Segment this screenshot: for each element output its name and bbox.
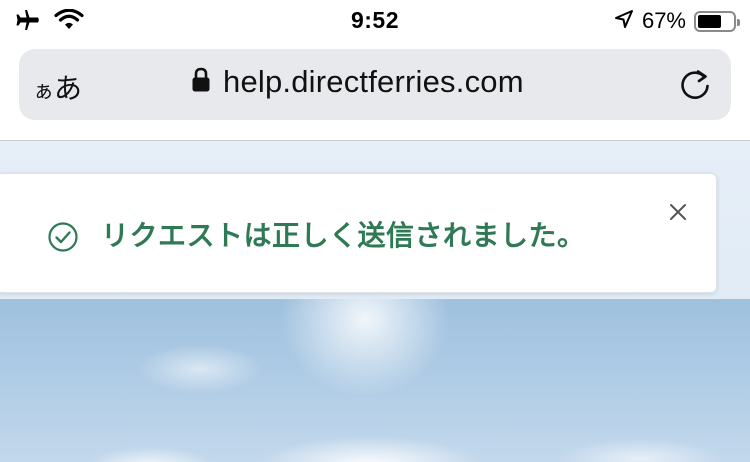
text-size-small-label: ぁ <box>33 79 54 103</box>
url-display[interactable]: help.directferries.com <box>191 64 524 100</box>
battery-percent: 67% <box>641 8 686 33</box>
battery-fill <box>698 14 721 28</box>
battery-cap <box>737 18 740 26</box>
close-icon[interactable] <box>667 201 689 223</box>
toast-message: リクエストは正しく送信されました。 <box>101 219 586 252</box>
text-size-large-label: あ <box>54 72 83 105</box>
battery-icon <box>694 10 740 32</box>
url-text: help.directferries.com <box>223 64 524 99</box>
screen: 9:52 67% ぁあ help.directferries.com リクエスト… <box>0 0 750 462</box>
address-bar[interactable]: ぁあ help.directferries.com <box>19 49 731 120</box>
status-bar: 9:52 67% <box>0 0 750 42</box>
check-circle-icon <box>47 221 79 253</box>
browser-toolbar: ぁあ help.directferries.com <box>0 42 750 140</box>
status-bar-right: 67% <box>614 8 740 34</box>
lock-icon <box>191 67 211 98</box>
success-toast: リクエストは正しく送信されました。 <box>0 173 717 293</box>
text-size-button[interactable]: ぁあ <box>33 67 82 107</box>
hero-sky-image <box>0 299 750 462</box>
reload-icon[interactable] <box>677 67 713 103</box>
location-arrow-icon <box>614 9 634 34</box>
